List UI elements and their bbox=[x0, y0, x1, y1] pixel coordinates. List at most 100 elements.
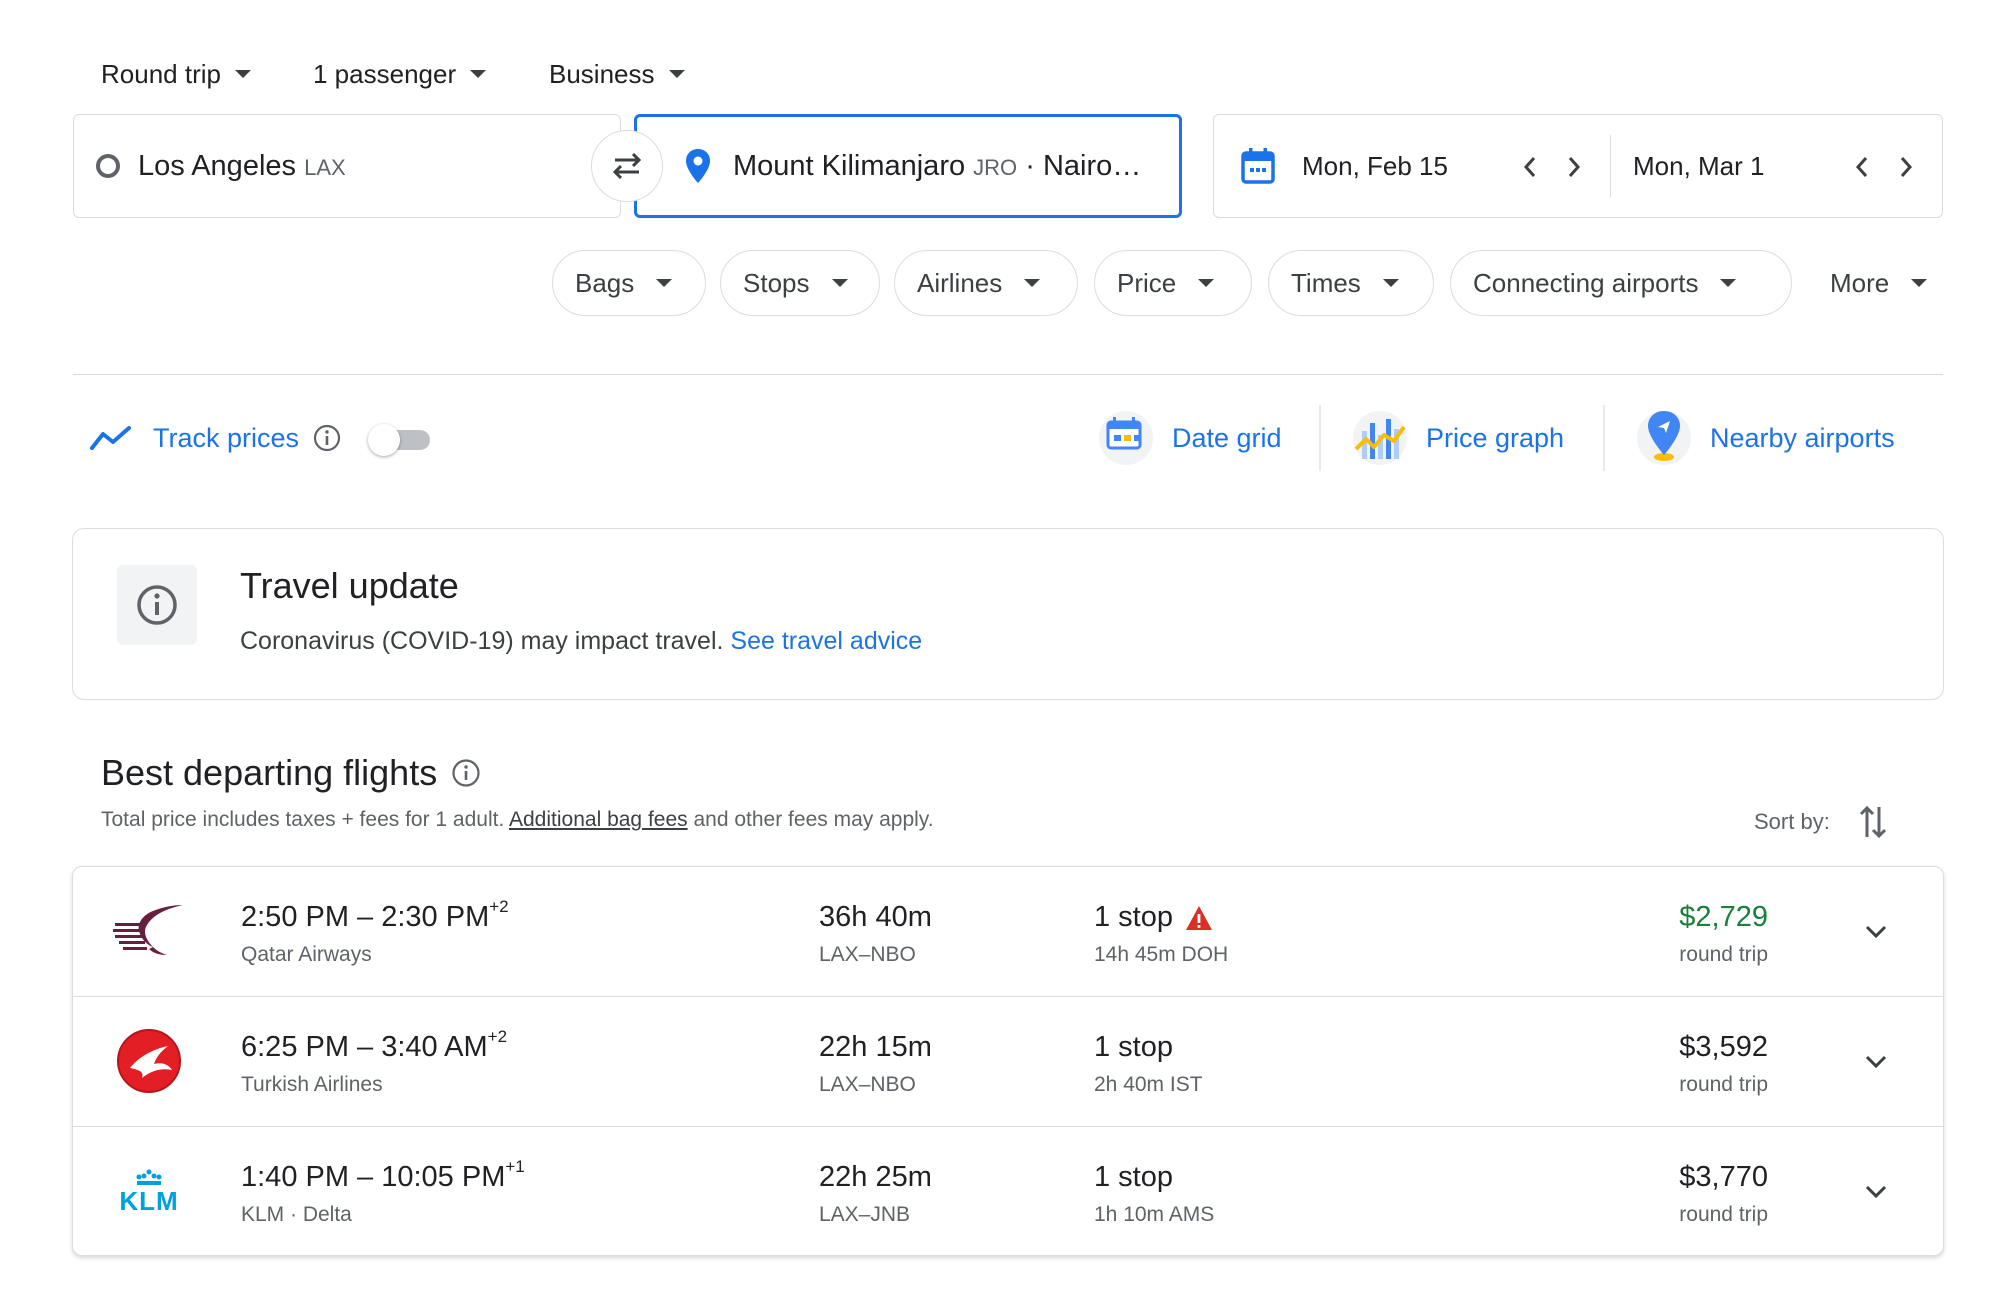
price-graph-icon bbox=[1353, 411, 1407, 465]
return-date: Mon, Mar 1 bbox=[1633, 150, 1765, 181]
track-prices-toggle[interactable] bbox=[368, 424, 432, 456]
return-prev-button[interactable] bbox=[1840, 145, 1884, 189]
flight-times-text: 1:40 PM – 10:05 PM bbox=[241, 1161, 506, 1193]
travel-update-card: Travel update Coronavirus (COVID-19) may… bbox=[72, 528, 1944, 700]
warning-icon bbox=[1186, 905, 1212, 930]
expand-button[interactable] bbox=[1851, 1167, 1901, 1217]
section-title: Best departing flights bbox=[101, 752, 481, 794]
depart-date: Mon, Feb 15 bbox=[1302, 150, 1448, 181]
caret-down-icon bbox=[470, 70, 487, 78]
date-picker[interactable]: Mon, Feb 15 Mon, Mar 1 bbox=[1213, 114, 1943, 218]
expand-button[interactable] bbox=[1851, 1037, 1901, 1087]
flight-duration: 36h 40m bbox=[819, 901, 932, 933]
section-title-text: Best departing flights bbox=[101, 752, 438, 793]
trend-line-icon bbox=[90, 426, 131, 450]
flight-stops: 1 stop bbox=[1094, 1031, 1173, 1064]
trip-type-select[interactable]: Round trip bbox=[101, 52, 251, 96]
origin-circle-icon bbox=[96, 154, 120, 178]
caret-down-icon bbox=[1024, 279, 1041, 287]
date-grid-button[interactable]: Date grid bbox=[1098, 408, 1282, 468]
depart-date-field[interactable]: Mon, Feb 15 bbox=[1214, 115, 1610, 217]
klm-logo: KLM bbox=[113, 1155, 185, 1227]
depart-next-button[interactable] bbox=[1552, 145, 1596, 189]
caret-down-icon bbox=[1911, 279, 1928, 287]
info-icon bbox=[137, 585, 177, 625]
flight-stops: 1 stop bbox=[1094, 901, 1213, 934]
more-filters-button[interactable]: More bbox=[1830, 250, 1928, 316]
day-offset: +2 bbox=[489, 897, 509, 916]
price-graph-button[interactable]: Price graph bbox=[1352, 408, 1564, 468]
info-icon[interactable] bbox=[313, 424, 341, 452]
chevron-right-icon bbox=[1568, 157, 1581, 177]
flight-price: $3,592 bbox=[1679, 1031, 1768, 1063]
depart-prev-button[interactable] bbox=[1508, 145, 1552, 189]
info-icon[interactable] bbox=[451, 758, 481, 788]
return-date-field[interactable]: Mon, Mar 1 bbox=[1611, 115, 1942, 217]
flight-row[interactable]: 6:25 PM – 3:40 AM+2 Turkish Airlines 22h… bbox=[73, 997, 1943, 1127]
nearby-airports-button[interactable]: Nearby airports bbox=[1636, 408, 1895, 468]
price-type: round trip bbox=[1679, 943, 1768, 966]
origin-city-text: Los Angeles bbox=[138, 149, 297, 182]
airline-name: Turkish Airlines bbox=[241, 1073, 383, 1096]
destination-code: JRO bbox=[973, 154, 1018, 180]
sort-icon bbox=[1859, 805, 1886, 839]
airline-name: KLM · Delta bbox=[241, 1203, 352, 1226]
nearby-airports-label: Nearby airports bbox=[1710, 422, 1895, 453]
day-offset: +1 bbox=[505, 1157, 525, 1176]
destination-city: Mount Kilimanjaro bbox=[733, 149, 966, 182]
stops-text: 1 stop bbox=[1094, 1031, 1173, 1063]
divider bbox=[73, 374, 1943, 375]
passenger-select[interactable]: 1 passenger bbox=[313, 52, 487, 96]
flight-row[interactable]: 2:50 PM – 2:30 PM+2 Qatar Airways 36h 40… bbox=[73, 867, 1943, 997]
qatar-airways-logo bbox=[113, 895, 185, 967]
flight-row[interactable]: KLM 1:40 PM – 10:05 PM+1 KLM · Delta 22h… bbox=[73, 1127, 1943, 1255]
flight-times: 1:40 PM – 10:05 PM+1 bbox=[241, 1157, 525, 1194]
date-grid-label: Date grid bbox=[1172, 422, 1282, 453]
layover-info: 2h 40m IST bbox=[1094, 1073, 1203, 1096]
more-label: More bbox=[1830, 267, 1890, 298]
bag-fees-link[interactable]: Additional bag fees bbox=[509, 808, 688, 831]
track-prices[interactable]: Track prices bbox=[89, 408, 341, 468]
tool-separator bbox=[1603, 405, 1605, 471]
expand-button[interactable] bbox=[1851, 907, 1901, 957]
return-next-button[interactable] bbox=[1884, 145, 1928, 189]
flight-times-text: 2:50 PM – 2:30 PM bbox=[241, 901, 490, 933]
flight-route: LAX–NBO bbox=[819, 943, 916, 966]
travel-update-message: Coronavirus (COVID-19) may impact travel… bbox=[240, 627, 724, 655]
flight-route: LAX–JNB bbox=[819, 1203, 911, 1226]
calendar-icon bbox=[1241, 148, 1275, 184]
travel-update-title: Travel update bbox=[240, 565, 459, 606]
origin-code: LAX bbox=[304, 154, 346, 180]
caret-down-icon bbox=[1198, 279, 1215, 287]
price-graph-label: Price graph bbox=[1426, 422, 1565, 453]
stops-text: 1 stop bbox=[1094, 901, 1173, 933]
flight-times: 6:25 PM – 3:40 AM+2 bbox=[241, 1027, 507, 1064]
filter-stops[interactable]: Stops bbox=[720, 250, 880, 316]
date-grid-icon bbox=[1099, 411, 1153, 465]
swap-button[interactable] bbox=[591, 130, 663, 202]
stops-text: 1 stop bbox=[1094, 1161, 1173, 1193]
flight-route: LAX–NBO bbox=[819, 1073, 916, 1096]
toggle-knob bbox=[368, 424, 400, 456]
price-type: round trip bbox=[1679, 1073, 1768, 1096]
filter-bags[interactable]: Bags bbox=[552, 250, 706, 316]
filter-label: Price bbox=[1117, 267, 1177, 298]
filter-price[interactable]: Price bbox=[1094, 250, 1252, 316]
cabin-select[interactable]: Business bbox=[549, 52, 685, 96]
filter-times[interactable]: Times bbox=[1268, 250, 1434, 316]
filter-airlines[interactable]: Airlines bbox=[894, 250, 1078, 316]
destination-text: Mount Kilimanjaro JRO · Nairo… bbox=[733, 150, 1141, 183]
flight-price: $2,729 bbox=[1679, 901, 1768, 933]
flight-times-text: 6:25 PM – 3:40 AM bbox=[241, 1031, 488, 1063]
origin-input[interactable]: Los Angeles LAX bbox=[73, 114, 621, 218]
chevron-right-icon bbox=[1900, 157, 1913, 177]
sort-control[interactable]: Sort by: bbox=[1754, 800, 1888, 844]
filter-connecting-airports[interactable]: Connecting airports bbox=[1450, 250, 1792, 316]
track-prices-label: Track prices bbox=[153, 422, 300, 453]
swap-icon bbox=[612, 152, 642, 180]
flight-price: $3,770 bbox=[1679, 1161, 1768, 1193]
destination-input[interactable]: Mount Kilimanjaro JRO · Nairo… bbox=[634, 114, 1182, 218]
flight-duration: 22h 25m bbox=[819, 1161, 932, 1193]
see-travel-advice-link[interactable]: See travel advice bbox=[730, 627, 922, 655]
passenger-label: 1 passenger bbox=[313, 58, 457, 89]
